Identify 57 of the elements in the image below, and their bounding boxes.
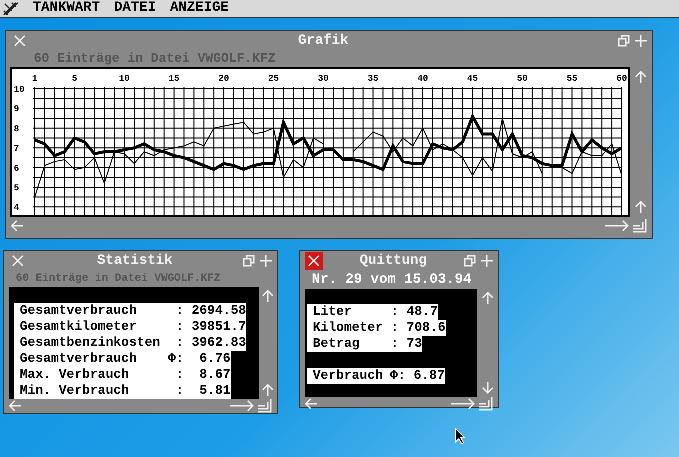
y-tick-label: 4 xyxy=(14,203,20,214)
x-tick-label: 35 xyxy=(368,74,379,84)
row-label: Verbrauch xyxy=(313,368,384,384)
y-tick-label: 6 xyxy=(14,164,20,174)
row-separator: : xyxy=(391,336,399,352)
x-tick-label: 15 xyxy=(168,74,180,84)
row-separator: : xyxy=(175,383,184,399)
row-separator: : xyxy=(175,319,184,335)
row-value: 39851.7 xyxy=(192,319,246,335)
row-value: 3962.83 xyxy=(192,335,246,351)
row-separator: : xyxy=(391,320,399,336)
row-separator: : xyxy=(175,367,184,383)
x-tick-label: 55 xyxy=(566,74,578,84)
row-value: 708.6 xyxy=(406,320,446,336)
menu-item[interactable]: TANKWART xyxy=(33,0,100,19)
x-tick-label: 45 xyxy=(467,74,478,84)
x-tick-label: 1 xyxy=(32,74,38,84)
row-value: 73 xyxy=(406,336,422,352)
row-separator: Φ: xyxy=(390,368,406,384)
row-label: Betrag xyxy=(313,336,361,352)
row-label: Gesamtbenzinkosten xyxy=(20,335,162,351)
y-tick-label: 9 xyxy=(14,104,20,115)
window-title: Grafik xyxy=(297,32,350,50)
menu-item[interactable]: ANZEIGE xyxy=(170,0,230,19)
x-tick-label: 50 xyxy=(517,74,528,84)
row-separator: : xyxy=(175,335,184,351)
y-tick-label: 5 xyxy=(14,183,20,194)
window-title: Statistik xyxy=(96,252,174,270)
row-value: 8.67 xyxy=(198,367,231,383)
receipt-number: Nr. 29 vom 15.03.94 xyxy=(311,271,473,289)
y-tick-label: 10 xyxy=(14,85,25,95)
row-label: Kilometer xyxy=(313,320,384,336)
x-tick-label: 20 xyxy=(218,74,230,84)
row-separator: Φ: xyxy=(168,351,184,367)
row-value: 2694.58 xyxy=(192,303,246,319)
row-value: 6.76 xyxy=(198,351,231,367)
row-label: Liter xyxy=(313,304,354,320)
row-value: 48.7 xyxy=(406,304,438,320)
row-label: Gesamtverbrauch xyxy=(20,303,138,319)
row-label: Min. Verbrauch xyxy=(20,383,130,399)
x-tick-label: 40 xyxy=(418,74,428,84)
y-tick-label: 7 xyxy=(14,144,20,154)
row-separator: : xyxy=(175,303,184,319)
y-tick-label: 8 xyxy=(14,124,20,134)
window-title: Quittung xyxy=(358,252,428,270)
menu-item[interactable]: DATEI xyxy=(114,0,156,19)
x-tick-label: 30 xyxy=(318,74,329,84)
x-tick-label: 10 xyxy=(119,74,130,84)
row-label: Max. Verbrauch xyxy=(20,367,130,383)
x-tick-label: 60 xyxy=(616,74,628,84)
x-tick-label: 25 xyxy=(268,74,280,84)
row-label: Gesamtverbrauch xyxy=(20,351,138,367)
row-value: 6.87 xyxy=(414,368,446,384)
row-separator: : xyxy=(391,304,399,320)
x-tick-label: 5 xyxy=(72,74,78,84)
row-label: Gesamtkilometer xyxy=(20,319,138,335)
row-value: 5.81 xyxy=(198,383,231,399)
